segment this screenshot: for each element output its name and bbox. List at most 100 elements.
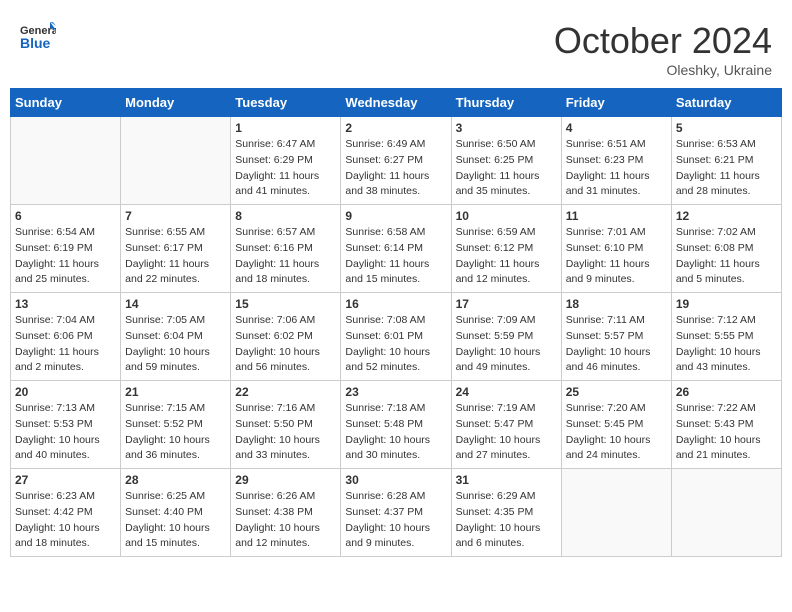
day-number: 1 (235, 121, 336, 135)
calendar-day-cell: 23 Sunrise: 7:18 AM Sunset: 5:48 PM Dayli… (341, 381, 451, 469)
day-number: 13 (15, 297, 116, 311)
month-title: October 2024 (554, 20, 772, 62)
calendar-day-cell: 12Sunrise: 7:02 AM Sunset: 6:08 PM Dayli… (671, 205, 781, 293)
weekday-header: Thursday (451, 89, 561, 117)
day-number: 5 (676, 121, 777, 135)
day-info: Sunrise: 6:53 AM Sunset: 6:21 PM Dayligh… (676, 137, 777, 200)
calendar-day-cell: 9 Sunrise: 6:58 AM Sunset: 6:14 PM Daylig… (341, 205, 451, 293)
day-info: Sunrise: 7:19 AM Sunset: 5:47 PM Dayligh… (456, 401, 557, 464)
day-info: Sunrise: 7:08 AM Sunset: 6:01 PM Dayligh… (345, 313, 446, 376)
calendar-table: SundayMondayTuesdayWednesdayThursdayFrid… (10, 88, 782, 557)
calendar-header-row: SundayMondayTuesdayWednesdayThursdayFrid… (11, 89, 782, 117)
day-number: 27 (15, 473, 116, 487)
weekday-header: Friday (561, 89, 671, 117)
weekday-header: Saturday (671, 89, 781, 117)
calendar-day-cell: 20 Sunrise: 7:13 AM Sunset: 5:53 PM Dayli… (11, 381, 121, 469)
day-number: 21 (125, 385, 226, 399)
calendar-day-cell: 26Sunrise: 7:22 AM Sunset: 5:43 PM Dayli… (671, 381, 781, 469)
day-info: Sunrise: 6:58 AM Sunset: 6:14 PM Dayligh… (345, 225, 446, 288)
calendar-day-cell: 11 Sunrise: 7:01 AM Sunset: 6:10 PM Dayli… (561, 205, 671, 293)
day-info: Sunrise: 6:26 AM Sunset: 4:38 PM Dayligh… (235, 489, 336, 552)
day-info: Sunrise: 6:25 AM Sunset: 4:40 PM Dayligh… (125, 489, 226, 552)
day-number: 14 (125, 297, 226, 311)
day-number: 17 (456, 297, 557, 311)
day-info: Sunrise: 6:49 AM Sunset: 6:27 PM Dayligh… (345, 137, 446, 200)
day-number: 18 (566, 297, 667, 311)
day-number: 7 (125, 209, 226, 223)
calendar-day-cell: 25 Sunrise: 7:20 AM Sunset: 5:45 PM Dayli… (561, 381, 671, 469)
calendar-day-cell: 7 Sunrise: 6:55 AM Sunset: 6:17 PM Daylig… (121, 205, 231, 293)
day-info: Sunrise: 6:28 AM Sunset: 4:37 PM Dayligh… (345, 489, 446, 552)
day-number: 26 (676, 385, 777, 399)
day-number: 3 (456, 121, 557, 135)
day-info: Sunrise: 7:16 AM Sunset: 5:50 PM Dayligh… (235, 401, 336, 464)
day-number: 29 (235, 473, 336, 487)
day-number: 9 (345, 209, 446, 223)
day-number: 10 (456, 209, 557, 223)
day-number: 23 (345, 385, 446, 399)
day-info: Sunrise: 6:29 AM Sunset: 4:35 PM Dayligh… (456, 489, 557, 552)
weekday-header: Wednesday (341, 89, 451, 117)
calendar-day-cell: 27 Sunrise: 6:23 AM Sunset: 4:42 PM Dayli… (11, 469, 121, 557)
day-info: Sunrise: 6:55 AM Sunset: 6:17 PM Dayligh… (125, 225, 226, 288)
calendar-week-row: 1 Sunrise: 6:47 AM Sunset: 6:29 PM Daylig… (11, 117, 782, 205)
svg-text:Blue: Blue (20, 35, 51, 51)
day-info: Sunrise: 7:13 AM Sunset: 5:53 PM Dayligh… (15, 401, 116, 464)
location: Oleshky, Ukraine (554, 62, 772, 78)
day-number: 4 (566, 121, 667, 135)
day-info: Sunrise: 7:20 AM Sunset: 5:45 PM Dayligh… (566, 401, 667, 464)
calendar-day-cell: 22 Sunrise: 7:16 AM Sunset: 5:50 PM Dayli… (231, 381, 341, 469)
day-info: Sunrise: 6:57 AM Sunset: 6:16 PM Dayligh… (235, 225, 336, 288)
day-number: 16 (345, 297, 446, 311)
calendar-day-cell: 4Sunrise: 6:51 AM Sunset: 6:23 PM Daylig… (561, 117, 671, 205)
calendar-day-cell: 6Sunrise: 6:54 AM Sunset: 6:19 PM Daylig… (11, 205, 121, 293)
weekday-header: Sunday (11, 89, 121, 117)
calendar-day-cell: 15Sunrise: 7:06 AM Sunset: 6:02 PM Dayli… (231, 293, 341, 381)
calendar-week-row: 13 Sunrise: 7:04 AM Sunset: 6:06 PM Dayli… (11, 293, 782, 381)
weekday-header: Monday (121, 89, 231, 117)
day-number: 31 (456, 473, 557, 487)
day-info: Sunrise: 6:59 AM Sunset: 6:12 PM Dayligh… (456, 225, 557, 288)
day-number: 6 (15, 209, 116, 223)
weekday-header: Tuesday (231, 89, 341, 117)
calendar-day-cell: 21 Sunrise: 7:15 AM Sunset: 5:52 PM Dayli… (121, 381, 231, 469)
day-number: 25 (566, 385, 667, 399)
title-section: October 2024 Oleshky, Ukraine (554, 20, 772, 78)
day-number: 19 (676, 297, 777, 311)
day-info: Sunrise: 7:11 AM Sunset: 5:57 PM Dayligh… (566, 313, 667, 376)
day-info: Sunrise: 6:50 AM Sunset: 6:25 PM Dayligh… (456, 137, 557, 200)
calendar-day-cell: 2Sunrise: 6:49 AM Sunset: 6:27 PM Daylig… (341, 117, 451, 205)
calendar-day-cell: 30 Sunrise: 6:28 AM Sunset: 4:37 PM Dayli… (341, 469, 451, 557)
calendar-week-row: 27 Sunrise: 6:23 AM Sunset: 4:42 PM Dayli… (11, 469, 782, 557)
calendar-day-cell: 24 Sunrise: 7:19 AM Sunset: 5:47 PM Dayli… (451, 381, 561, 469)
day-info: Sunrise: 7:06 AM Sunset: 6:02 PM Dayligh… (235, 313, 336, 376)
calendar-day-cell: 31 Sunrise: 6:29 AM Sunset: 4:35 PM Dayli… (451, 469, 561, 557)
day-number: 11 (566, 209, 667, 223)
day-info: Sunrise: 6:47 AM Sunset: 6:29 PM Dayligh… (235, 137, 336, 200)
calendar-day-cell: 28 Sunrise: 6:25 AM Sunset: 4:40 PM Dayli… (121, 469, 231, 557)
day-info: Sunrise: 7:18 AM Sunset: 5:48 PM Dayligh… (345, 401, 446, 464)
day-number: 30 (345, 473, 446, 487)
day-number: 20 (15, 385, 116, 399)
calendar-day-cell: 8Sunrise: 6:57 AM Sunset: 6:16 PM Daylig… (231, 205, 341, 293)
calendar-day-cell: 5 Sunrise: 6:53 AM Sunset: 6:21 PM Daylig… (671, 117, 781, 205)
page-header: General Blue October 2024 Oleshky, Ukrai… (10, 10, 782, 83)
calendar-day-cell: 17 Sunrise: 7:09 AM Sunset: 5:59 PM Dayli… (451, 293, 561, 381)
calendar-day-cell: 3 Sunrise: 6:50 AM Sunset: 6:25 PM Daylig… (451, 117, 561, 205)
calendar-day-cell: 19 Sunrise: 7:12 AM Sunset: 5:55 PM Dayli… (671, 293, 781, 381)
day-info: Sunrise: 7:12 AM Sunset: 5:55 PM Dayligh… (676, 313, 777, 376)
day-number: 24 (456, 385, 557, 399)
calendar-day-cell: 10 Sunrise: 6:59 AM Sunset: 6:12 PM Dayli… (451, 205, 561, 293)
day-info: Sunrise: 6:23 AM Sunset: 4:42 PM Dayligh… (15, 489, 116, 552)
day-info: Sunrise: 7:05 AM Sunset: 6:04 PM Dayligh… (125, 313, 226, 376)
calendar-week-row: 20 Sunrise: 7:13 AM Sunset: 5:53 PM Dayli… (11, 381, 782, 469)
day-number: 12 (676, 209, 777, 223)
day-info: Sunrise: 7:09 AM Sunset: 5:59 PM Dayligh… (456, 313, 557, 376)
day-info: Sunrise: 7:01 AM Sunset: 6:10 PM Dayligh… (566, 225, 667, 288)
day-info: Sunrise: 7:15 AM Sunset: 5:52 PM Dayligh… (125, 401, 226, 464)
day-info: Sunrise: 7:04 AM Sunset: 6:06 PM Dayligh… (15, 313, 116, 376)
day-number: 22 (235, 385, 336, 399)
day-number: 28 (125, 473, 226, 487)
calendar-day-cell: 18 Sunrise: 7:11 AM Sunset: 5:57 PM Dayli… (561, 293, 671, 381)
calendar-day-cell: 29 Sunrise: 6:26 AM Sunset: 4:38 PM Dayli… (231, 469, 341, 557)
